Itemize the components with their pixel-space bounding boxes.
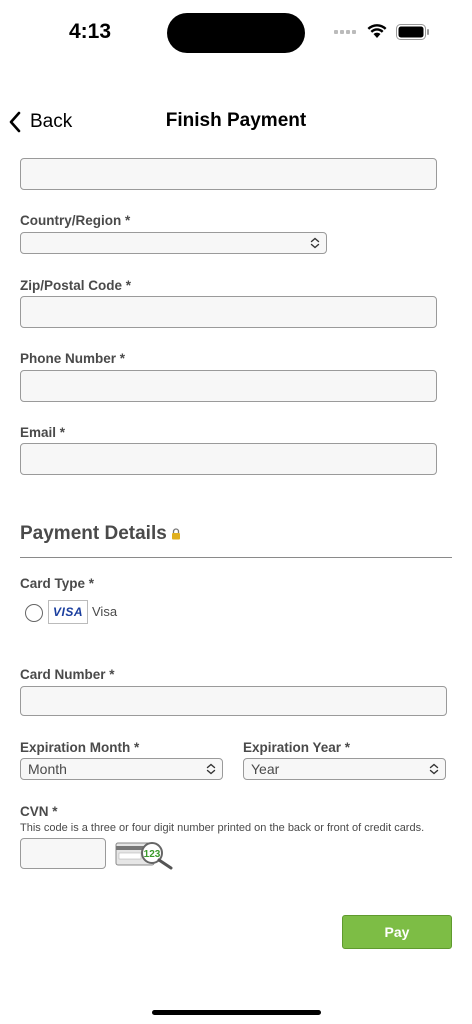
cvn-help-text: This code is a three or four digit numbe…: [20, 822, 425, 834]
visa-label: Visa: [92, 604, 118, 619]
card-type-label: Card Type *: [20, 576, 95, 591]
updown-chevron-icon: [206, 763, 216, 775]
card-number-field[interactable]: [20, 686, 447, 716]
nav-bar: Back Finish Payment: [0, 100, 472, 144]
visa-radio[interactable]: [25, 604, 43, 622]
cell-signal-icon: [334, 30, 356, 34]
cvn-example-image: 123: [115, 842, 173, 870]
payment-details-title: Payment Details: [20, 523, 167, 544]
exp-month-select[interactable]: Month: [20, 758, 223, 780]
zip-field[interactable]: [20, 296, 437, 328]
payment-form: Country/Region * Zip/Postal Code * Phone…: [0, 145, 472, 995]
cvn-example-digits: 123: [144, 849, 161, 860]
section-divider: [20, 557, 452, 558]
cvn-label: CVN *: [20, 804, 58, 819]
phone-field[interactable]: [20, 370, 437, 402]
visa-logo-text: VISA: [52, 605, 83, 619]
visa-logo: VISA: [48, 600, 88, 624]
exp-year-label: Expiration Year *: [243, 740, 351, 755]
pay-button[interactable]: Pay: [342, 915, 452, 949]
payment-details-heading: Payment Details: [20, 523, 181, 545]
exp-year-value: Year: [251, 761, 280, 777]
exp-year-select[interactable]: Year: [243, 758, 446, 780]
country-label: Country/Region *: [20, 213, 131, 228]
status-time: 4:13: [69, 20, 112, 43]
status-bar: 4:13: [0, 0, 472, 64]
card-number-label: Card Number *: [20, 667, 115, 682]
country-select[interactable]: [20, 232, 327, 254]
exp-month-value: Month: [28, 761, 67, 777]
email-label: Email *: [20, 425, 66, 440]
phone-label: Phone Number *: [20, 351, 126, 366]
cvn-field[interactable]: [20, 838, 106, 869]
address-field[interactable]: [20, 158, 437, 190]
updown-chevron-icon: [429, 763, 439, 775]
home-indicator[interactable]: [152, 1010, 321, 1015]
battery-icon: [396, 24, 429, 40]
wifi-icon: [367, 24, 387, 38]
dynamic-island: [167, 13, 305, 53]
exp-month-label: Expiration Month *: [20, 740, 140, 755]
updown-chevron-icon: [310, 237, 320, 249]
email-field[interactable]: [20, 443, 437, 475]
lock-icon: [171, 528, 180, 540]
page-title: Finish Payment: [165, 110, 307, 131]
zip-label: Zip/Postal Code *: [20, 278, 132, 293]
